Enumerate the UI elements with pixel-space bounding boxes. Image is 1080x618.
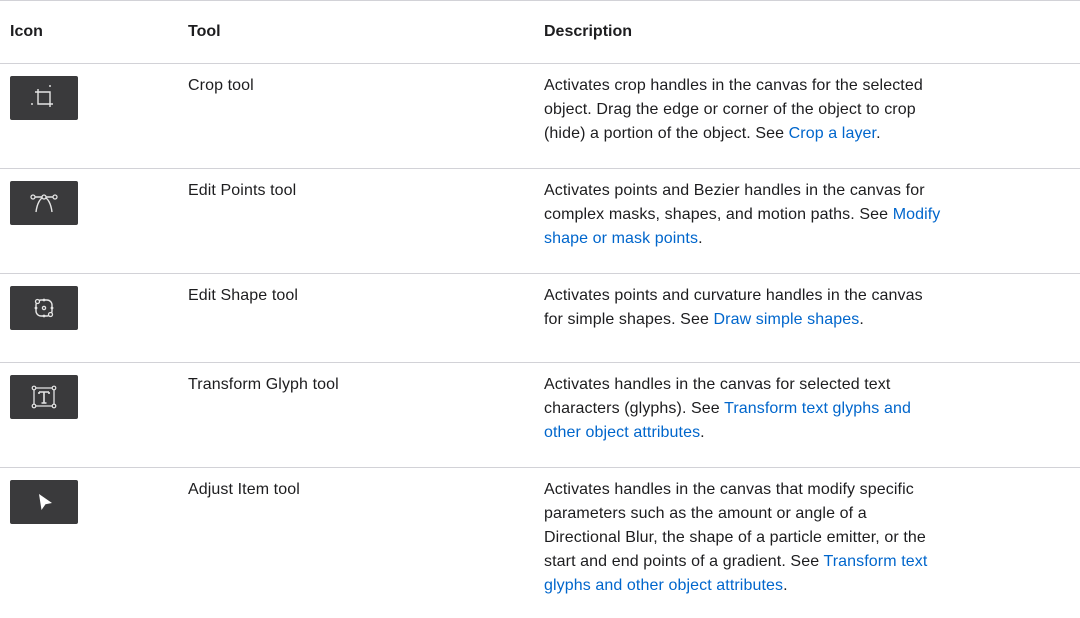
- tool-name: Adjust Item tool: [188, 481, 300, 498]
- tool-name: Edit Shape tool: [188, 287, 299, 304]
- tool-description: Activates handles in the canvas for sele…: [544, 376, 911, 441]
- table-row: Edit Shape tool Activates points and cur…: [0, 274, 1080, 363]
- table-row: Transform Glyph tool Activates handles i…: [0, 363, 1080, 468]
- header-tool: Tool: [188, 23, 221, 40]
- table-header: Icon Tool Description: [0, 1, 1080, 64]
- table-row: Adjust Item tool Activates handles in th…: [0, 468, 1080, 618]
- tools-table: Icon Tool Description Crop tool Activate…: [0, 0, 1080, 618]
- link-crop-a-layer[interactable]: Crop a layer: [789, 125, 876, 142]
- tool-name: Edit Points tool: [188, 182, 297, 199]
- edit-shape-icon: [10, 286, 78, 330]
- tool-description: Activates handles in the canvas that mod…: [544, 481, 928, 594]
- link-draw-simple-shapes[interactable]: Draw simple shapes: [714, 311, 860, 328]
- tool-description: Activates crop handles in the canvas for…: [544, 77, 923, 142]
- tool-description: Activates points and curvature handles i…: [544, 287, 923, 328]
- adjust-item-icon: [10, 480, 78, 524]
- edit-points-icon: [10, 181, 78, 225]
- tool-description: Activates points and Bezier handles in t…: [544, 182, 941, 247]
- tool-name: Transform Glyph tool: [188, 376, 339, 393]
- transform-glyph-icon: [10, 375, 78, 419]
- crop-icon: [10, 76, 78, 120]
- header-icon: Icon: [10, 23, 43, 40]
- tool-name: Crop tool: [188, 77, 254, 94]
- header-description: Description: [544, 23, 633, 40]
- table-row: Crop tool Activates crop handles in the …: [0, 64, 1080, 169]
- table-row: Edit Points tool Activates points and Be…: [0, 169, 1080, 274]
